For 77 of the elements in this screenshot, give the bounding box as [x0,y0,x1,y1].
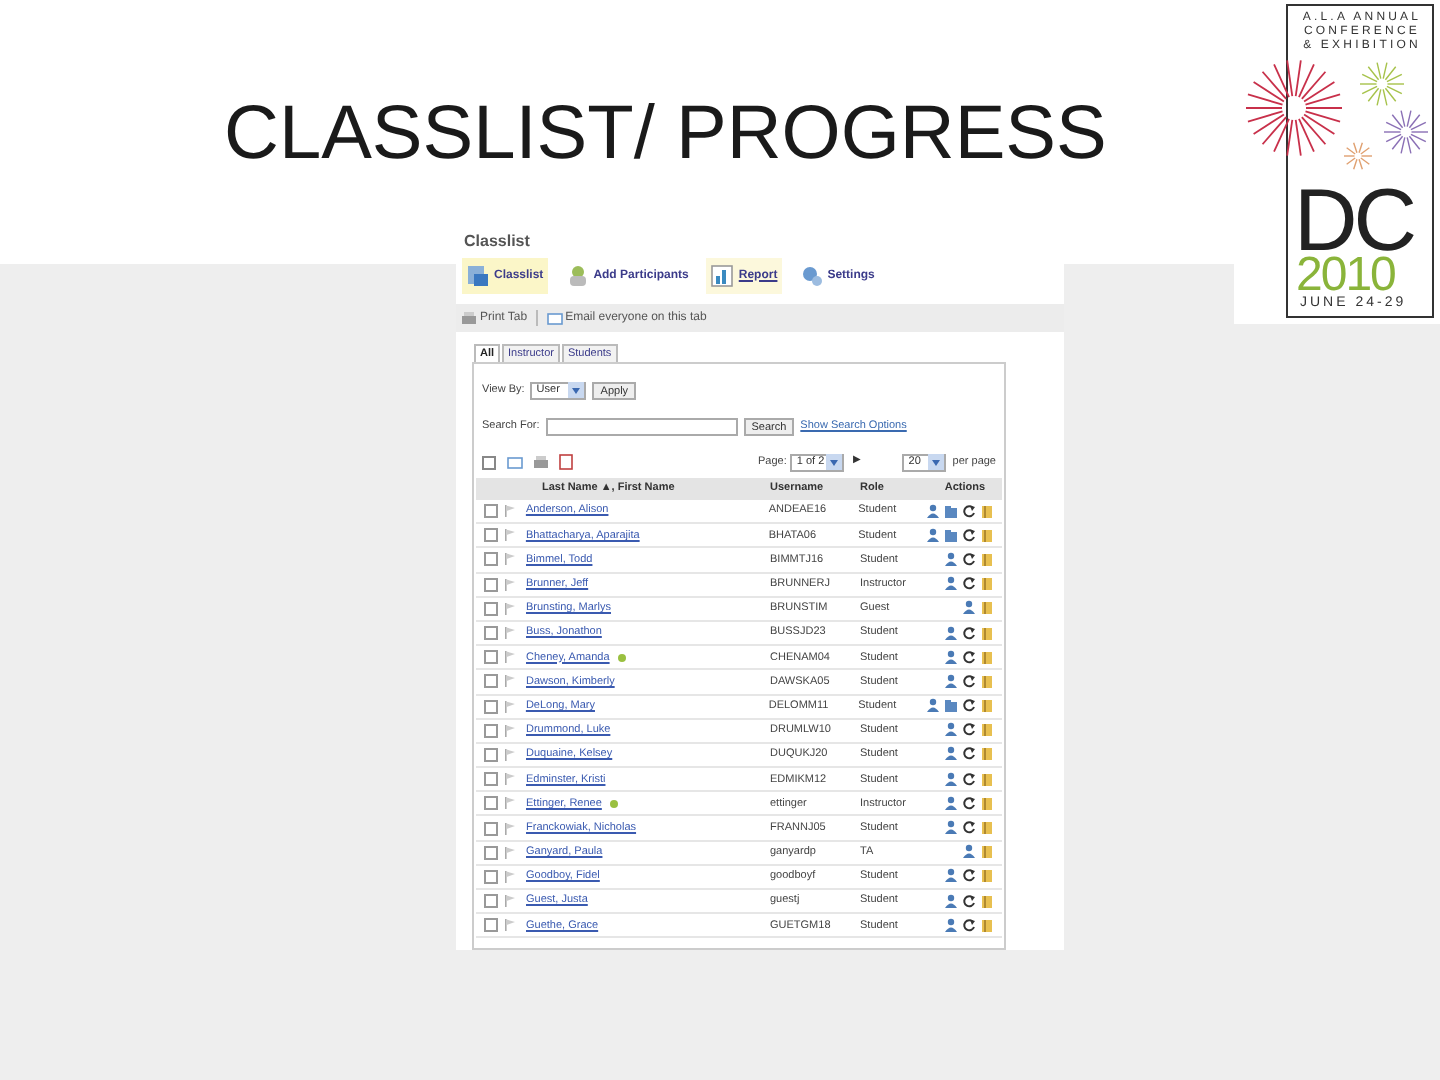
folder-icon[interactable] [943,527,958,544]
person-icon[interactable] [944,722,958,739]
row-checkbox[interactable] [484,845,498,860]
person-icon[interactable] [944,795,958,812]
dropdown-arrow-icon [928,454,945,470]
dropdown-arrow-icon [826,454,843,470]
flag-icon [504,772,516,787]
person-icon[interactable] [944,893,958,910]
logo-year: 2010 [1296,256,1395,296]
flag-icon [504,894,516,909]
person-icon[interactable] [962,600,976,617]
person-icon[interactable] [925,527,940,544]
person-icon[interactable] [944,820,958,837]
dropdown-arrow-icon [568,382,585,398]
flag-icon [504,650,516,665]
slide-title: CLASSLIST/ PROGRESS [224,90,1107,180]
person-icon[interactable] [944,771,958,788]
row-checkbox[interactable] [484,796,498,811]
row-checkbox[interactable] [484,601,498,616]
settings-icon [799,264,824,288]
envelope-icon [506,454,524,470]
logo-city: DC [1294,188,1414,254]
folder-icon[interactable] [943,503,958,520]
row-checkbox[interactable] [484,699,498,714]
search-field[interactable] [545,417,738,435]
row-checkbox[interactable] [484,528,498,543]
person-icon[interactable] [925,698,940,715]
flag-icon [504,577,516,592]
row-checkbox[interactable] [484,747,498,762]
flag-icon [504,918,516,933]
row-checkbox[interactable] [484,723,498,738]
row-checkbox[interactable] [484,674,498,689]
flag-icon [504,552,516,567]
row-checkbox[interactable] [484,918,498,933]
row-checkbox[interactable] [484,772,498,787]
flag-icon [504,747,516,762]
row-checkbox[interactable] [484,650,498,665]
row-checkbox[interactable] [484,869,498,884]
page-title: Classlist [462,230,532,254]
person-icon[interactable] [944,746,958,763]
printer-icon [460,310,478,326]
printer-icon [532,454,550,470]
classlist-icon [466,264,490,288]
row-checkbox[interactable] [484,821,498,836]
report-icon [710,264,735,288]
person-icon[interactable] [944,673,958,690]
flag-icon [504,821,516,836]
row-checkbox[interactable] [484,504,498,519]
person-icon[interactable] [944,917,958,934]
person-icon[interactable] [925,503,940,520]
row-checkbox[interactable] [484,552,498,567]
book-icon[interactable] [980,600,994,617]
person-icon[interactable] [944,868,958,885]
flag-icon [504,845,516,860]
folder-icon[interactable] [943,698,958,715]
person-icon[interactable] [944,649,958,666]
document-icon [558,454,574,470]
person-icon[interactable] [944,625,958,642]
flag-icon [504,723,516,738]
row-checkbox[interactable] [484,577,498,592]
add-icon [565,264,590,288]
select-all-checkbox[interactable] [482,455,496,469]
flag-icon [503,504,516,519]
envelope-icon [545,310,564,326]
flag-icon [504,796,516,811]
book-icon[interactable] [980,844,994,861]
row-checkbox[interactable] [484,626,498,641]
flag-icon [504,674,516,689]
flag-icon [504,601,516,616]
person-icon[interactable] [944,576,958,593]
flag-icon [504,626,516,641]
person-icon[interactable] [962,844,976,861]
flag-icon [503,528,516,543]
person-icon[interactable] [944,551,958,568]
flag-icon [504,869,516,884]
flag-icon [503,699,516,714]
row-checkbox[interactable] [484,894,498,909]
